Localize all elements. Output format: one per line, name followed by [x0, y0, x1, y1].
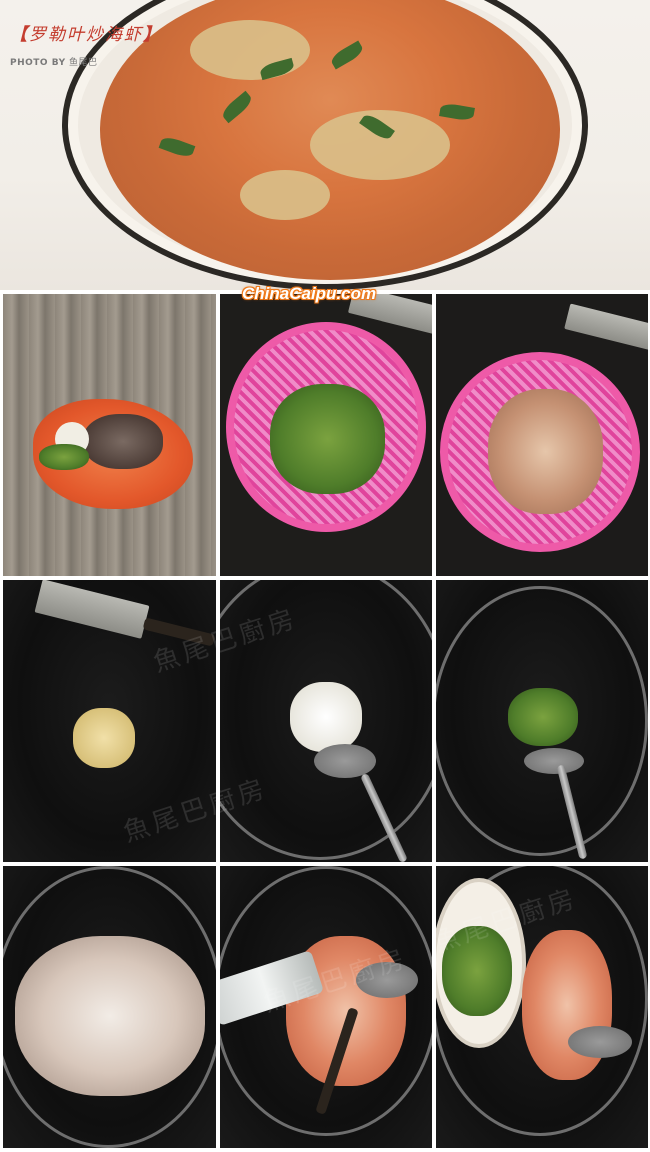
basil-leaves [270, 384, 385, 494]
raw-shrimp [83, 414, 163, 469]
close-bracket: 】 [143, 25, 162, 45]
spatula-head [314, 744, 376, 778]
site-watermark: ChinaCaipu.com [242, 284, 377, 303]
step-shrimp-in-basket [436, 294, 648, 576]
step-basil-in-basket [220, 294, 432, 576]
raw-shrimp [488, 389, 603, 514]
photo-credit: PHOTO BY 鱼尾巴 [10, 55, 162, 68]
raw-shrimp [15, 936, 205, 1096]
basil-bunch [39, 444, 89, 470]
minced-garlic [73, 708, 135, 768]
basil-leaves [508, 688, 578, 746]
recipe-title: 【罗勒叶炒海虾】 [10, 20, 162, 45]
open-bracket: 【 [10, 25, 29, 45]
credit-name: 鱼尾巴 [68, 58, 98, 68]
cleaver [564, 303, 648, 351]
title-text: 罗勒叶炒海虾 [29, 25, 143, 45]
hero-photo: 【罗勒叶炒海虾】 PHOTO BY 鱼尾巴 [0, 0, 650, 290]
step-adding-shrimp [3, 866, 216, 1148]
spatula-head [524, 748, 584, 774]
garlic-garnish [240, 170, 330, 220]
title-block: 【罗勒叶炒海虾】 PHOTO BY 鱼尾巴 [10, 20, 162, 68]
step-pouring-wine [220, 866, 432, 1148]
cleaver [34, 580, 150, 639]
frying-garlic [290, 682, 362, 752]
garlic-garnish [190, 20, 310, 80]
credit-prefix: PHOTO BY [10, 58, 66, 68]
step-ingredients-bag [3, 294, 216, 576]
spatula-head [568, 1026, 632, 1058]
step-adding-basil [436, 580, 648, 862]
